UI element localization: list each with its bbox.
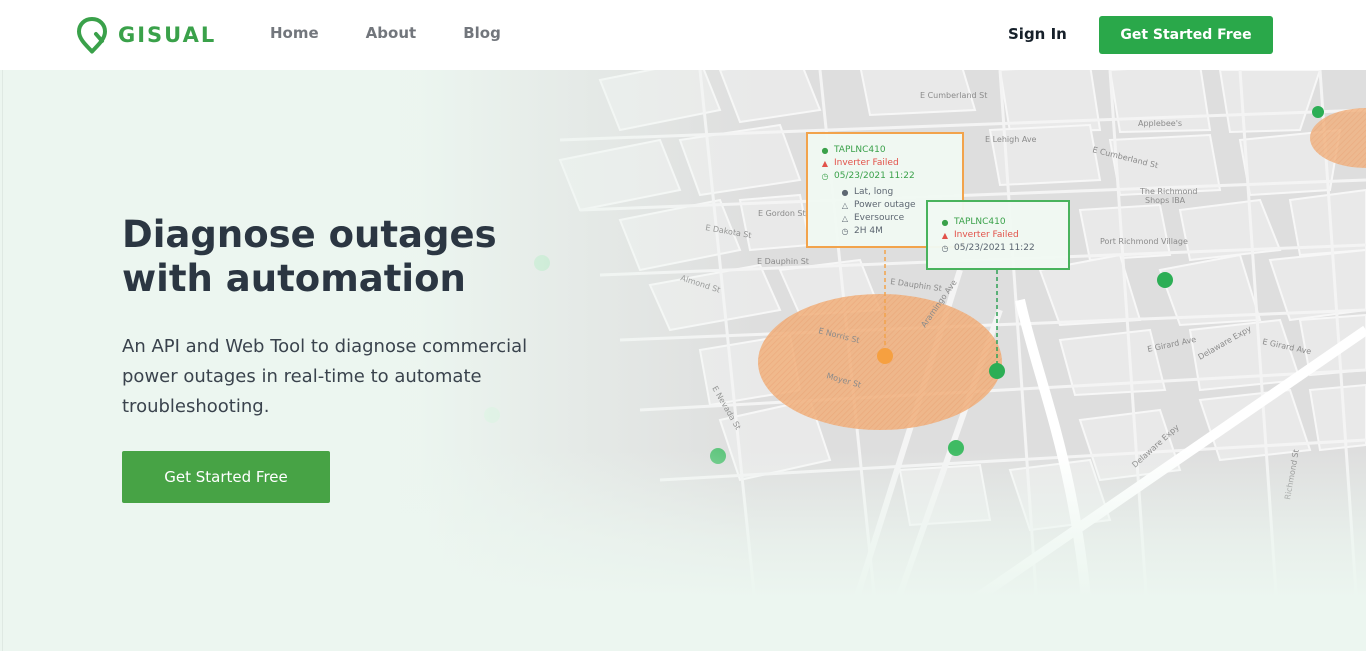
popup-detail: Power outage [854,200,916,210]
brand-name: GISUAL [118,23,217,47]
warning-outline-icon: △ [841,200,849,210]
clock-icon: ◷ [941,243,949,253]
popup-status-row: ▲ Inverter Failed [940,229,1019,241]
nav-blog-link[interactable]: Blog [463,24,501,42]
warning-icon: ▲ [941,230,949,240]
popup-detail-row: △ Power outage [840,199,916,211]
popup-detail: 2H 4M [854,226,883,236]
popup-site-id: TAPLNC410 [954,217,1006,227]
brand-logo[interactable]: GISUAL [76,16,216,54]
popup-datetime-row: ◷ 05/23/2021 11:22 [940,242,1035,254]
hero-get-started-button[interactable]: Get Started Free [122,451,330,503]
popup-site-row: ● TAPLNC410 [940,216,1006,228]
hero-title: Diagnose outages with automation [122,213,497,300]
location-pin-icon: ● [941,217,949,227]
popup-status: Inverter Failed [834,158,899,168]
header-get-started-button[interactable]: Get Started Free [1099,16,1273,54]
popup-detail: Lat, long [854,187,894,197]
warning-outline-icon: △ [841,213,849,223]
hero-subtitle: An API and Web Tool to diagnose commerci… [122,336,528,417]
main-nav: Home About Blog [270,24,548,42]
hero-left-divider [2,70,3,651]
popup-datetime-row: ◷ 05/23/2021 11:22 [820,170,915,182]
clock-icon: ◷ [821,171,829,181]
popup-detail-row: ● Lat, long [840,186,894,198]
popup-site-id: TAPLNC410 [834,145,886,155]
warning-icon: ▲ [821,158,829,168]
popup-status-row: ▲ Inverter Failed [820,157,899,169]
popup-detail: Eversource [854,213,905,223]
popup-site-row: ● TAPLNC410 [820,144,886,156]
popup-datetime: 05/23/2021 11:22 [954,243,1035,253]
sign-in-link[interactable]: Sign In [1008,25,1067,43]
nav-about-link[interactable]: About [366,24,417,42]
location-pin-icon: ● [821,145,829,155]
map-pin-logo-icon [77,17,107,54]
outage-popup-secondary[interactable]: ● TAPLNC410 ▲ Inverter Failed ◷ 05/23/20… [926,200,1070,270]
site-header: GISUAL Home About Blog Sign In Get Start… [0,0,1366,70]
popup-datetime: 05/23/2021 11:22 [834,171,915,181]
nav-home-link[interactable]: Home [270,24,319,42]
popup-detail-row: △ Eversource [840,212,904,224]
hero-section: Port Richmond Village E Girard Ave E Gir… [0,70,1366,651]
location-pin-icon: ● [841,187,849,197]
clock-icon: ◷ [841,226,849,236]
popup-detail-row: ◷ 2H 4M [840,225,883,237]
popup-status: Inverter Failed [954,230,1019,240]
